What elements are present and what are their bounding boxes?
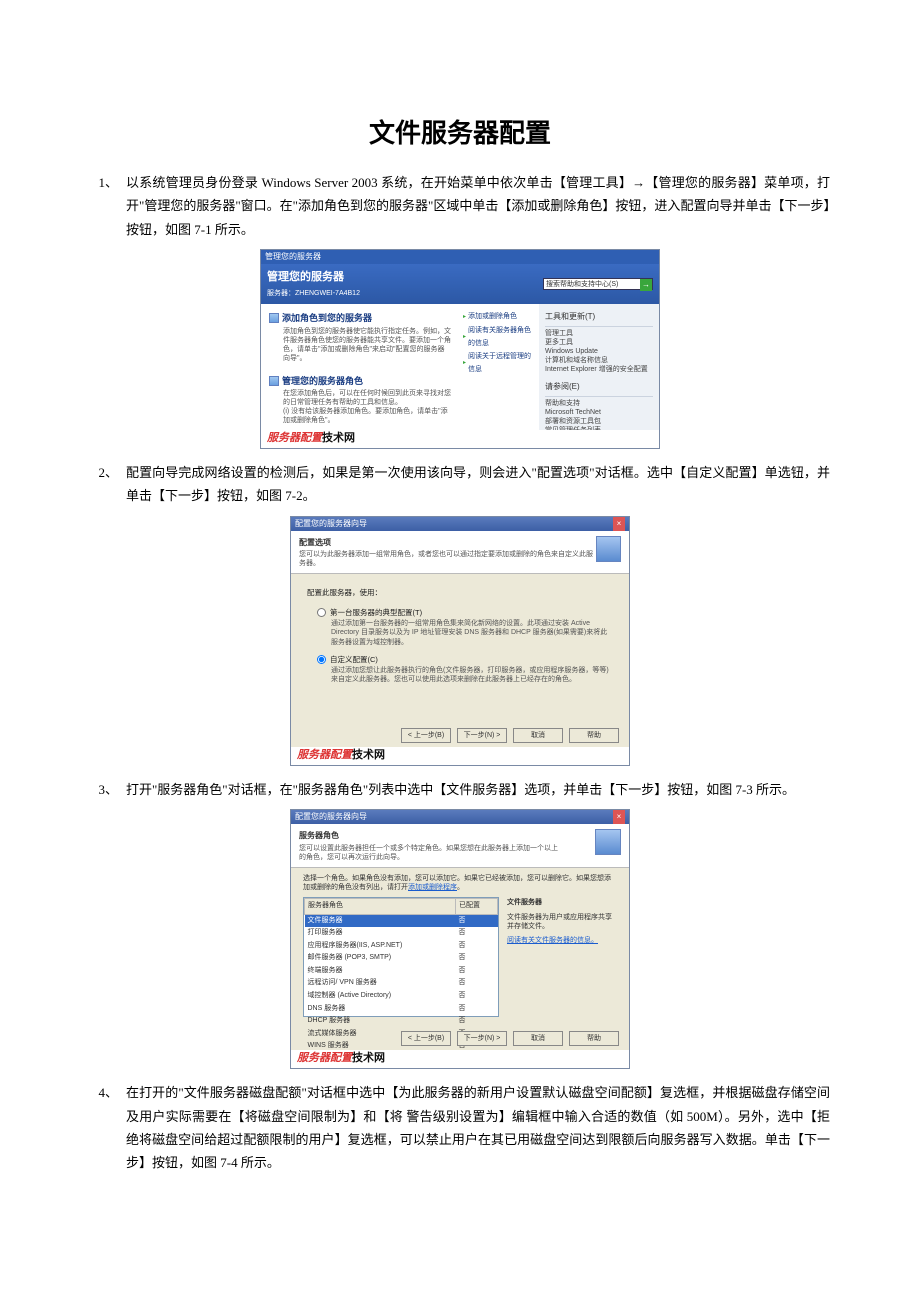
link-item[interactable]: Microsoft TechNet bbox=[545, 408, 653, 417]
window-header: 管理您的服务器 服务器：ZHENGWEI-7A4B12 搜索帮助和支持中心(S) bbox=[261, 264, 659, 304]
panel-title: 请参阅(E) bbox=[545, 380, 653, 396]
screenshot-config-options: 配置您的服务器向导× 配置选项 您可以为此服务器添加一组常用角色，或者您也可以通… bbox=[290, 516, 630, 766]
radio-desc: 通过添加您想让此服务器执行的角色(文件服务器，打印服务器，或应用程序服务器，等等… bbox=[317, 666, 613, 684]
add-remove-programs-link[interactable]: 添加或删除程序 bbox=[408, 884, 457, 891]
cancel-button[interactable]: 取消 bbox=[513, 1031, 563, 1046]
list-item: 4、 在打开的"文件服务器磁盘配额"对话框中选中【为此服务器的新用户设置默认磁盘… bbox=[90, 1081, 830, 1175]
dialog-title: 配置选项 bbox=[299, 536, 596, 550]
section-title: 管理您的服务器角色 bbox=[282, 373, 363, 389]
link-item[interactable]: 管理工具 bbox=[545, 329, 653, 338]
section-desc: 在您添加角色后，可以在任何时候回到此页来寻找对您的日常管理任务有帮助的工具和信息… bbox=[269, 389, 451, 407]
figure-7-3: 配置您的服务器向导× 服务器角色 您可以设置此服务器担任一个或多个特定角色。如果… bbox=[90, 809, 830, 1069]
window-titlebar: 配置您的服务器向导× bbox=[291, 517, 629, 531]
table-row[interactable]: DHCP 服务器否 bbox=[305, 1015, 498, 1028]
list-item: 3、 打开"服务器角色"对话框，在"服务器角色"列表中选中【文件服务器】选项，并… bbox=[90, 778, 830, 801]
table-row[interactable]: 域控制器 (Active Directory)否 bbox=[305, 990, 498, 1003]
step-number: 3、 bbox=[90, 778, 126, 801]
section-title: 添加角色到您的服务器 bbox=[282, 310, 372, 326]
watermark: 服务器配置技术网 bbox=[261, 430, 659, 448]
watermark: 服务器配置技术网 bbox=[291, 747, 629, 765]
header-subtitle: 服务器：ZHENGWEI-7A4B12 bbox=[267, 288, 360, 301]
col-role: 服务器角色 bbox=[305, 898, 456, 914]
hint-text: 选择一个角色。如果角色没有添加，您可以添加它。如果它已经被添加，您可以删除它。如… bbox=[303, 874, 617, 892]
search-input[interactable]: 搜索帮助和支持中心(S) bbox=[543, 278, 653, 290]
wizard-icon bbox=[595, 829, 621, 855]
close-icon[interactable]: × bbox=[613, 810, 625, 824]
dialog-title: 服务器角色 bbox=[299, 829, 559, 843]
detail-title: 文件服务器 bbox=[507, 897, 617, 910]
link-item[interactable]: 计算机和域名称信息 bbox=[545, 356, 653, 365]
step-number: 2、 bbox=[90, 461, 126, 508]
radio-typical[interactable] bbox=[317, 608, 326, 617]
panel-title: 工具和更新(T) bbox=[545, 310, 653, 326]
table-row[interactable]: 邮件服务器 (POP3, SMTP)否 bbox=[305, 952, 498, 965]
back-button[interactable]: < 上一步(B) bbox=[401, 1031, 451, 1046]
field-label: 配置此服务器，使用： bbox=[307, 586, 613, 600]
dialog-subtitle: 您可以设置此服务器担任一个或多个特定角色。如果您想在此服务器上添加一个以上的角色… bbox=[299, 844, 559, 862]
link-item[interactable]: 帮助和支持 bbox=[545, 399, 653, 408]
figure-7-2: 配置您的服务器向导× 配置选项 您可以为此服务器添加一组常用角色，或者您也可以通… bbox=[90, 516, 830, 766]
radio-label: 第一台服务器的典型配置(T) bbox=[330, 606, 422, 620]
link-item[interactable]: 部署和资源工具包 bbox=[545, 417, 653, 426]
step-number: 1、 bbox=[90, 171, 126, 241]
list-item: 1、 以系统管理员身份登录 Windows Server 2003 系统，在开始… bbox=[90, 171, 830, 241]
server-icon bbox=[269, 313, 279, 323]
table-row[interactable]: 远程访问/ VPN 服务器否 bbox=[305, 977, 498, 990]
step-number: 4、 bbox=[90, 1081, 126, 1175]
radio-desc: 通过添加第一台服务器的一组常用角色集来简化新网络的设置。此项通过安装 Activ… bbox=[317, 619, 613, 646]
link-add-remove-role[interactable]: 添加或删除角色 bbox=[463, 311, 535, 324]
table-row[interactable]: 打印服务器否 bbox=[305, 927, 498, 940]
link-item[interactable]: 更多工具 bbox=[545, 338, 653, 347]
wizard-icon bbox=[596, 536, 621, 562]
step-text: 以系统管理员身份登录 Windows Server 2003 系统，在开始菜单中… bbox=[126, 171, 830, 241]
next-button[interactable]: 下一步(N) > bbox=[457, 1031, 507, 1046]
server-icon bbox=[269, 376, 279, 386]
back-button[interactable]: < 上一步(B) bbox=[401, 728, 451, 743]
step-text: 在打开的"文件服务器磁盘配额"对话框中选中【为此服务器的新用户设置默认磁盘空间配… bbox=[126, 1081, 830, 1175]
table-row[interactable]: 终端服务器否 bbox=[305, 965, 498, 978]
radio-label: 自定义配置(C) bbox=[330, 653, 378, 667]
table-row[interactable]: DNS 服务器否 bbox=[305, 1003, 498, 1016]
step-text: 打开"服务器角色"对话框，在"服务器角色"列表中选中【文件服务器】选项，并单击【… bbox=[126, 778, 830, 801]
help-button[interactable]: 帮助 bbox=[569, 728, 619, 743]
step-text: 配置向导完成网络设置的检测后，如果是第一次使用该向导，则会进入"配置选项"对话框… bbox=[126, 461, 830, 508]
screenshot-server-role: 配置您的服务器向导× 服务器角色 您可以设置此服务器担任一个或多个特定角色。如果… bbox=[290, 809, 630, 1069]
list-item: 2、 配置向导完成网络设置的检测后，如果是第一次使用该向导，则会进入"配置选项"… bbox=[90, 461, 830, 508]
table-row[interactable]: 文件服务器否 bbox=[305, 914, 498, 927]
screenshot-manage-server: 管理您的服务器 管理您的服务器 服务器：ZHENGWEI-7A4B12 搜索帮助… bbox=[260, 249, 660, 449]
section-note: (i) 没有给该服务器添加角色。要添加角色，请单击"添加或删除角色"。 bbox=[269, 407, 451, 425]
dialog-subtitle: 您可以为此服务器添加一组常用角色，或者您也可以通过指定要添加或删除的角色来自定义… bbox=[299, 550, 596, 568]
link-item[interactable]: Internet Explorer 增强的安全配置 bbox=[545, 365, 653, 374]
figure-7-1: 管理您的服务器 管理您的服务器 服务器：ZHENGWEI-7A4B12 搜索帮助… bbox=[90, 249, 830, 449]
detail-desc: 文件服务器为用户或应用程序共享并存储文件。 bbox=[507, 913, 617, 931]
close-icon[interactable]: × bbox=[613, 517, 625, 531]
window-titlebar: 管理您的服务器 bbox=[261, 250, 659, 264]
help-button[interactable]: 帮助 bbox=[569, 1031, 619, 1046]
window-titlebar: 配置您的服务器向导× bbox=[291, 810, 629, 824]
section-desc: 添加角色到您的服务器使它能执行指定任务。例如，文件服务器角色使您的服务器能共享文… bbox=[269, 327, 451, 363]
header-title: 管理您的服务器 bbox=[267, 268, 360, 288]
col-configured: 已配置 bbox=[456, 898, 498, 914]
watermark: 服务器配置技术网 bbox=[291, 1050, 629, 1068]
link-read-remote[interactable]: 阅读关于远程管理的信息 bbox=[463, 351, 535, 376]
link-item[interactable]: Windows Update bbox=[545, 347, 653, 356]
table-row[interactable]: 应用程序服务器(IIS, ASP.NET)否 bbox=[305, 940, 498, 953]
cancel-button[interactable]: 取消 bbox=[513, 728, 563, 743]
next-button[interactable]: 下一步(N) > bbox=[457, 728, 507, 743]
detail-link[interactable]: 阅读有关文件服务器的信息。 bbox=[507, 935, 617, 948]
page-title: 文件服务器配置 bbox=[90, 110, 830, 157]
role-list[interactable]: 服务器角色已配置 文件服务器否 打印服务器否 应用程序服务器(IIS, ASP.… bbox=[303, 897, 499, 1017]
link-read-roles[interactable]: 阅读有关服务器角色的信息 bbox=[463, 325, 535, 350]
radio-custom[interactable] bbox=[317, 655, 326, 664]
